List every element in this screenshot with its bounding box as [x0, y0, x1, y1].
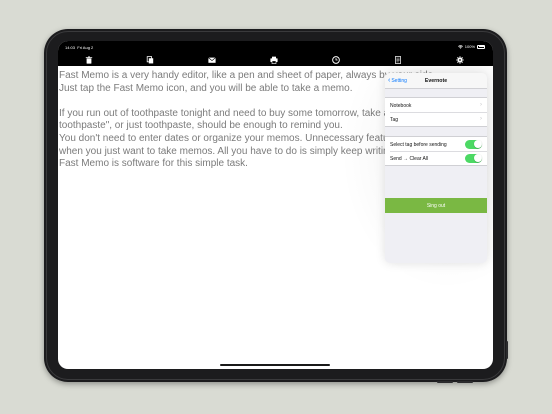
notebook-row[interactable]: Notebook › [385, 98, 487, 112]
wifi-icon [457, 44, 463, 49]
notebook-label: Notebook [390, 102, 412, 109]
tag-label: Tag [390, 116, 399, 123]
print-icon[interactable] [269, 55, 279, 65]
select-tag-toggle[interactable] [465, 139, 482, 149]
mail-icon[interactable] [207, 55, 217, 65]
send-clear-row: Send → Clear All [385, 151, 487, 165]
tag-row[interactable]: Tag › [385, 112, 487, 126]
home-indicator[interactable] [220, 364, 330, 366]
battery-icon [477, 44, 485, 49]
copy-icon[interactable] [145, 55, 155, 65]
popover-title: Evernote [424, 78, 448, 84]
select-tag-label: Select tag before sending [390, 141, 447, 148]
trash-icon[interactable] [84, 55, 94, 65]
screen: 14:03 Fri Aug 2 100% Fast Memo is a very… [58, 41, 493, 369]
settings-group-toggles: Select tag before sending Send → Clear A… [385, 136, 487, 166]
chevron-right-icon: › [480, 101, 482, 108]
volume-button [457, 381, 473, 383]
settings-group-links: Notebook › Tag › [385, 97, 487, 127]
toggle-knob [473, 154, 482, 162]
status-bar: 14:03 Fri Aug 2 100% [58, 41, 493, 54]
toggle-knob [473, 140, 482, 148]
side-button [506, 341, 508, 359]
status-right: 100% [457, 44, 485, 49]
select-tag-row: Select tag before sending [385, 137, 487, 151]
chevron-right-icon: › [480, 115, 482, 122]
status-time-text: 14:03 [65, 45, 76, 50]
sign-out-button[interactable]: Sing out [385, 198, 487, 213]
volume-button [437, 381, 453, 383]
battery-percent: 100% [464, 44, 475, 49]
status-date-text: Fri Aug 2 [77, 45, 94, 50]
send-clear-toggle[interactable] [465, 153, 482, 163]
popover-nav-bar: ‹ Setting Evernote [385, 73, 487, 89]
status-time: 14:03 Fri Aug 2 [65, 45, 93, 50]
evernote-settings-popover: ‹ Setting Evernote Notebook › Tag › Sele… [385, 73, 487, 263]
send-clear-label: Send → Clear All [390, 155, 429, 162]
